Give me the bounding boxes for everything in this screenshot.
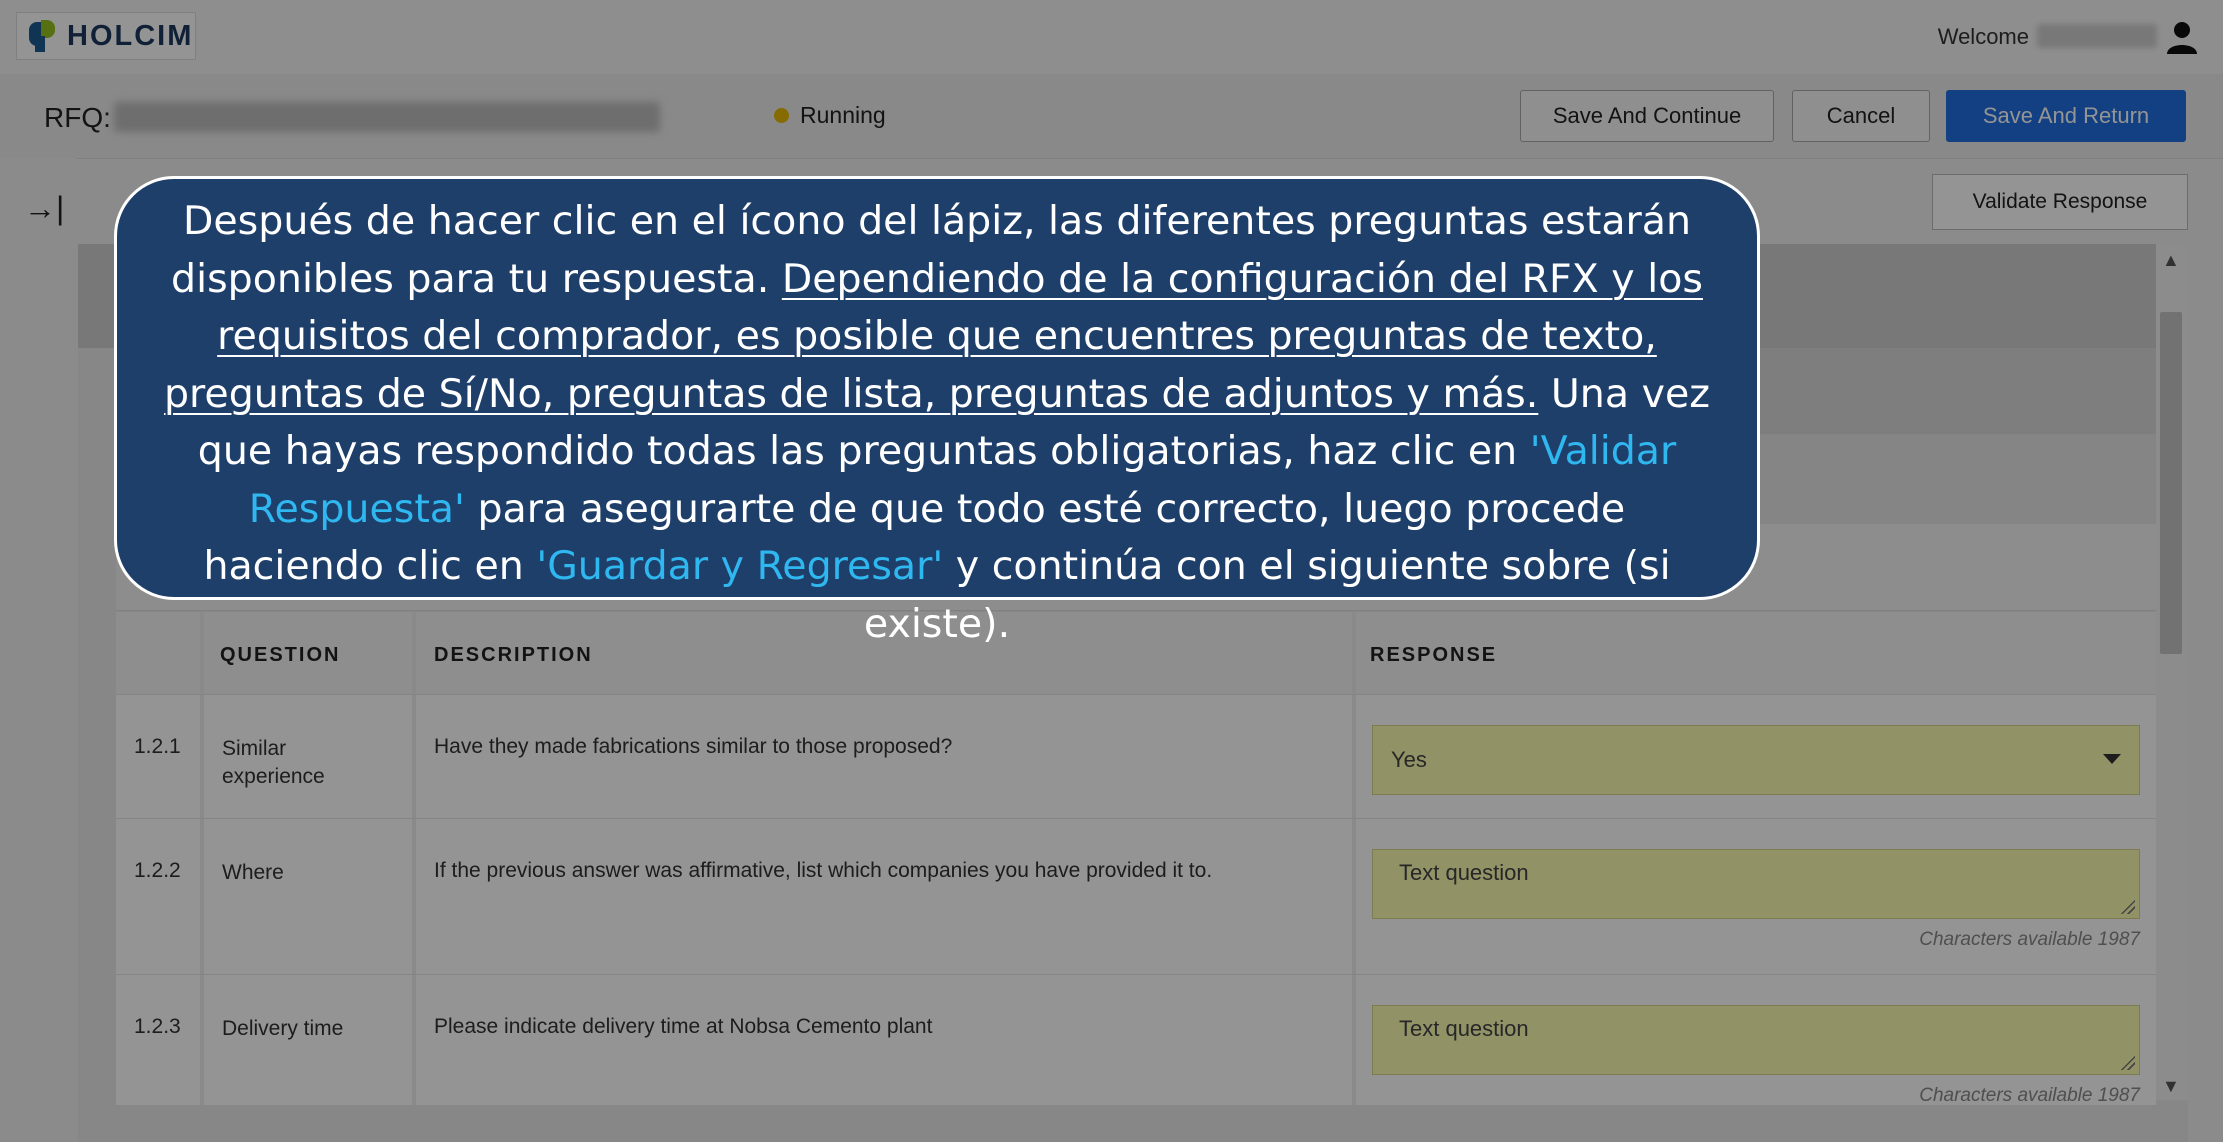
question-number: 1.2.2 [134, 859, 181, 882]
question-title: Delivery time [222, 1017, 344, 1040]
left-rail [0, 158, 76, 1142]
response-placeholder: Text question [1399, 860, 1529, 885]
response-textarea[interactable]: Text question [1372, 1005, 2140, 1075]
chevron-down-icon [2103, 754, 2121, 764]
question-description: Please indicate delivery time at Nobsa C… [434, 1015, 933, 1038]
column-header-question: QUESTION [220, 644, 341, 666]
cancel-button[interactable]: Cancel [1792, 90, 1930, 142]
table-row: 1.2.1 Similar experience Have they made … [116, 694, 2156, 819]
question-title: Where [222, 861, 284, 884]
table-row: 1.2.3 Delivery time Please indicate deli… [116, 974, 2156, 1106]
brand-name: HOLCIM [67, 19, 194, 52]
question-title: Similar experience [222, 737, 325, 788]
resize-handle-icon[interactable] [2119, 898, 2135, 914]
response-placeholder: Text question [1399, 1016, 1529, 1041]
expand-sidebar-icon[interactable]: →| [24, 190, 64, 227]
save-and-return-button[interactable]: Save And Return [1946, 90, 2186, 142]
rfq-title-redacted [114, 102, 660, 132]
question-number: 1.2.3 [134, 1015, 181, 1038]
question-description: If the previous answer was affirmative, … [434, 859, 1213, 882]
scrollbar-thumb[interactable] [2160, 312, 2182, 654]
table-row: 1.2.2 Where If the previous answer was a… [116, 818, 2156, 975]
column-header-description: DESCRIPTION [434, 644, 593, 666]
top-bar: HOLCIM Welcome [0, 0, 2223, 75]
holcim-logo-icon [25, 18, 61, 54]
welcome-text: Welcome [1937, 24, 2029, 49]
column-header-response: RESPONSE [1370, 644, 1498, 666]
user-icon[interactable] [2165, 20, 2199, 54]
save-and-continue-button[interactable]: Save And Continue [1520, 90, 1774, 142]
response-selected-value: Yes [1391, 747, 1427, 772]
question-number: 1.2.1 [134, 735, 181, 758]
rfq-bar: RFQ: Running Save And Continue Cancel Sa… [0, 74, 2223, 159]
table-header: QUESTION DESCRIPTION RESPONSE [116, 612, 2156, 694]
holcim-logo[interactable]: HOLCIM [16, 12, 196, 60]
callout-highlight-save-return: 'Guardar y Regresar' [536, 543, 944, 589]
scroll-up-icon[interactable]: ▲ [2162, 250, 2180, 271]
resize-handle-icon[interactable] [2119, 1054, 2135, 1070]
tutorial-callout: Después de hacer clic en el ícono del lá… [114, 176, 1760, 647]
response-textarea[interactable]: Text question [1372, 849, 2140, 919]
status-text: Running [800, 102, 886, 128]
response-select[interactable]: Yes [1372, 725, 2140, 795]
user-name-redacted [2037, 24, 2157, 48]
status-dot-icon [774, 108, 789, 123]
scroll-down-icon[interactable]: ▼ [2162, 1076, 2180, 1097]
rfq-label: RFQ: [44, 102, 111, 133]
validate-response-button[interactable]: Validate Response [1932, 174, 2188, 230]
characters-available: Characters available 1987 [1919, 1085, 2140, 1106]
characters-available: Characters available 1987 [1919, 929, 2140, 950]
question-description: Have they made fabrications similar to t… [434, 735, 953, 758]
